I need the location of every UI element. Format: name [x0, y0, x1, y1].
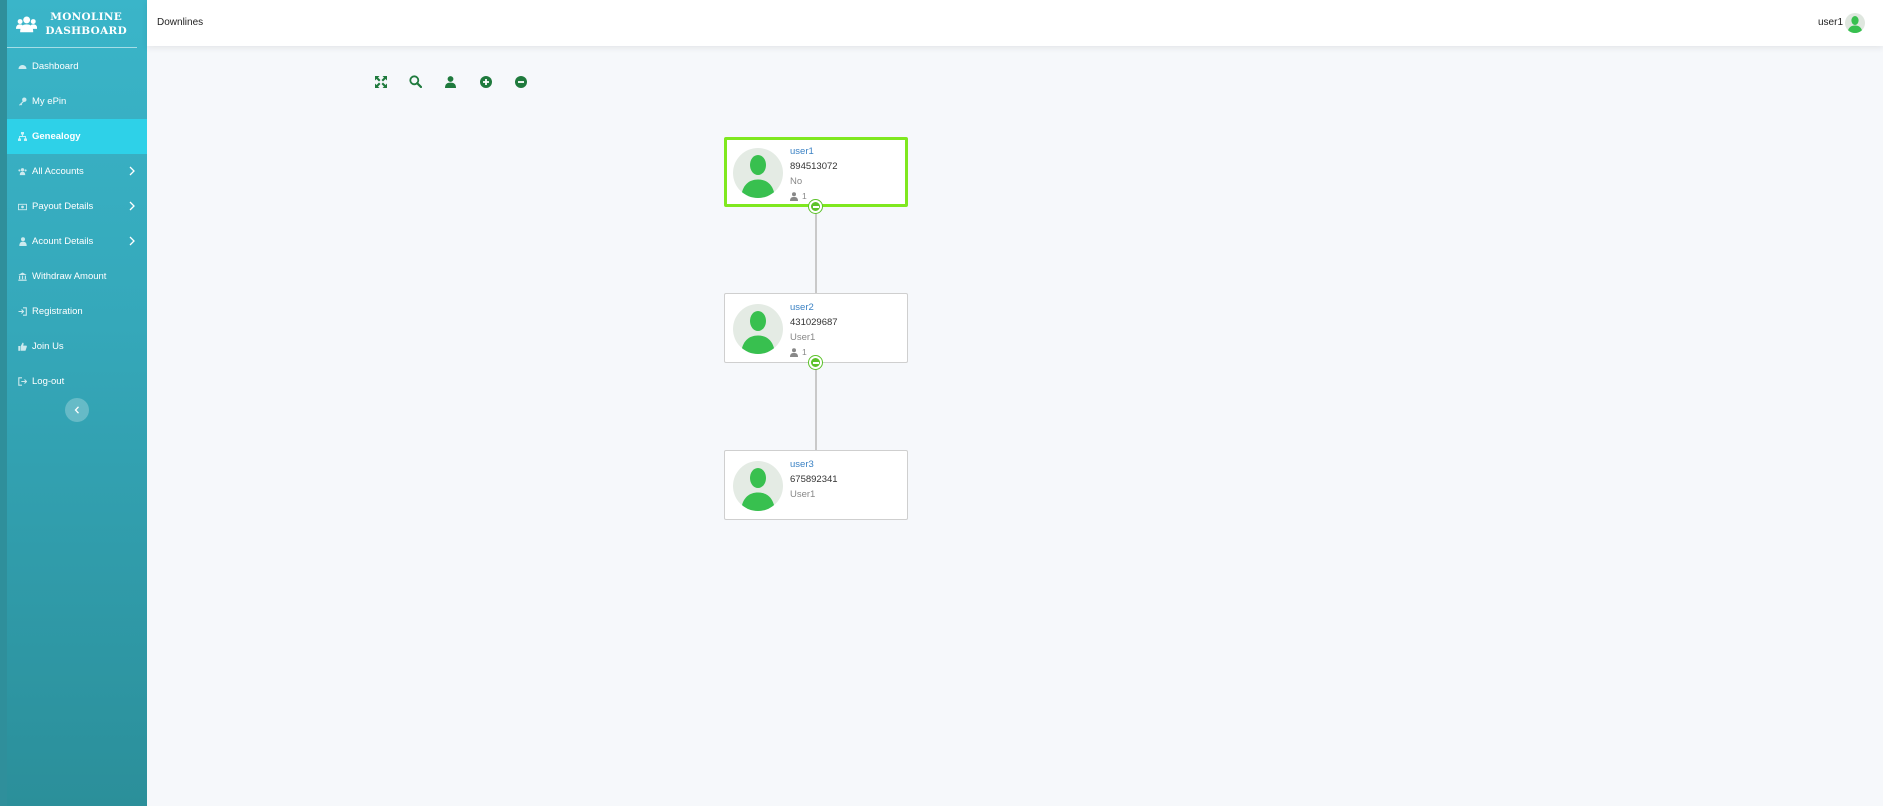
sidebar-item-label: My ePin: [32, 96, 67, 107]
fullscreen-button[interactable]: [373, 74, 388, 89]
sidebar-item-label: Acount Details: [32, 236, 94, 247]
node-info: user1 894513072 No 1: [790, 144, 838, 204]
sidebar-item-label: Log-out: [32, 376, 65, 387]
expand-icon: [374, 75, 387, 88]
sidebar-item-label: All Accounts: [32, 166, 84, 177]
users-group-icon: [16, 15, 38, 32]
person-silhouette-icon: [741, 468, 775, 511]
avatar-icon: [1847, 16, 1863, 33]
sitemap-icon: [18, 132, 27, 141]
node-id: 431029687: [790, 317, 838, 328]
sidebar: MONOLINE DASHBOARD Dashboard My ePin Gen…: [7, 0, 147, 806]
sidebar-item-join-us[interactable]: Join Us: [7, 329, 147, 364]
sidebar-item-registration[interactable]: Registration: [7, 294, 147, 329]
node-avatar: [733, 304, 783, 354]
tree-node-user3[interactable]: user3 675892341 User1: [724, 450, 908, 520]
key-icon: [18, 97, 27, 106]
user-icon: [445, 75, 456, 88]
sign-in-icon: [18, 307, 27, 316]
node-sponsor: User1: [790, 489, 816, 500]
node-username[interactable]: user2: [790, 300, 838, 315]
node-sponsor: No: [790, 176, 803, 187]
bank-icon: [18, 272, 27, 281]
collapse-node-toggle[interactable]: [809, 356, 822, 369]
chevron-right-icon: [129, 236, 135, 246]
node-info: user3 675892341 User1: [790, 457, 838, 502]
sidebar-item-label: Withdraw Amount: [32, 271, 107, 282]
brand: MONOLINE DASHBOARD: [7, 0, 137, 48]
page-title: Downlines: [157, 17, 204, 28]
search-button[interactable]: [408, 74, 423, 89]
sidebar-item-dashboard[interactable]: Dashboard: [7, 49, 147, 84]
sidebar-item-genealogy[interactable]: Genealogy: [7, 119, 147, 154]
node-username[interactable]: user3: [790, 457, 838, 472]
node-id: 894513072: [790, 161, 838, 172]
user-icon: [790, 348, 798, 357]
sign-out-icon: [18, 377, 27, 386]
zoom-in-icon: [479, 75, 492, 88]
chevron-left-icon: [74, 406, 79, 414]
tree-connector: [815, 206, 817, 294]
person-silhouette-icon: [741, 311, 775, 354]
chevron-right-icon: [129, 166, 135, 176]
dashboard-icon: [18, 62, 27, 71]
brand-line-2: DASHBOARD: [45, 24, 127, 37]
top-bar: Downlines user1: [147, 0, 1883, 46]
zoom-in-button[interactable]: [478, 74, 493, 89]
sidebar-item-label: Join Us: [32, 341, 64, 352]
zoom-out-button[interactable]: [513, 74, 528, 89]
sidebar-item-label: Dashboard: [32, 61, 79, 72]
sidebar-item-log-out[interactable]: Log-out: [7, 364, 147, 399]
user-icon: [18, 237, 27, 246]
brand-line-1: MONOLINE: [50, 10, 123, 23]
tree-node-user2[interactable]: user2 431029687 User1 1: [724, 293, 908, 363]
sidebar-item-all-accounts[interactable]: All Accounts: [7, 154, 147, 189]
chevron-right-icon: [129, 201, 135, 211]
node-sponsor: User1: [790, 332, 816, 343]
zoom-out-icon: [514, 75, 527, 88]
collapse-node-toggle[interactable]: [809, 200, 822, 213]
sidebar-menu: Dashboard My ePin Genealogy All Accounts…: [7, 49, 147, 399]
sidebar-item-payout-details[interactable]: Payout Details: [7, 189, 147, 224]
node-avatar: [733, 461, 783, 511]
sidebar-item-label: Genealogy: [32, 131, 81, 142]
node-avatar: [733, 148, 783, 198]
money-icon: [18, 202, 27, 211]
sidebar-collapse-button[interactable]: [65, 398, 89, 422]
node-id: 675892341: [790, 474, 838, 485]
node-count-value: 1: [802, 347, 807, 357]
node-info: user2 431029687 User1 1: [790, 300, 838, 360]
left-edge-strip: [0, 0, 7, 806]
brand-title: MONOLINE DASHBOARD: [45, 10, 127, 38]
sidebar-item-withdraw-amount[interactable]: Withdraw Amount: [7, 259, 147, 294]
user-menu-name[interactable]: user1: [1818, 17, 1843, 28]
users-icon: [18, 167, 27, 176]
sidebar-item-label: Registration: [32, 306, 83, 317]
my-node-button[interactable]: [443, 74, 458, 89]
tree-node-user1[interactable]: user1 894513072 No 1: [724, 137, 908, 207]
thumbs-up-icon: [18, 342, 27, 351]
search-icon: [409, 75, 422, 88]
node-count-value: 1: [802, 191, 807, 201]
tree-toolbar: [373, 74, 548, 89]
sidebar-item-label: Payout Details: [32, 201, 94, 212]
person-silhouette-icon: [741, 155, 775, 198]
sidebar-item-acount-details[interactable]: Acount Details: [7, 224, 147, 259]
node-username[interactable]: user1: [790, 144, 838, 159]
user-icon: [790, 192, 798, 201]
user-avatar[interactable]: [1845, 13, 1865, 33]
tree-connector: [815, 363, 817, 451]
sidebar-item-my-epin[interactable]: My ePin: [7, 84, 147, 119]
